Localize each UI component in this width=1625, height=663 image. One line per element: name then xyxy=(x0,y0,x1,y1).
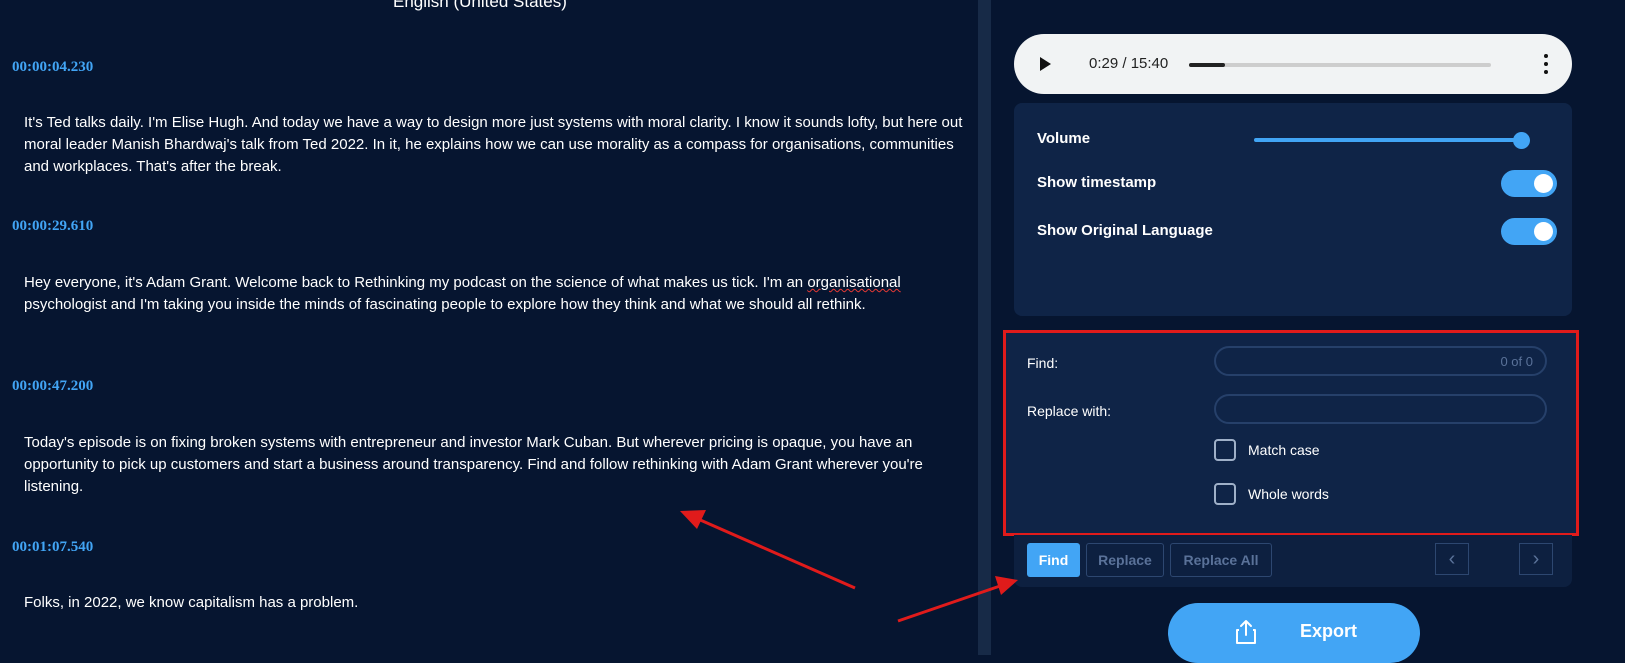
find-input[interactable]: 0 of 0 xyxy=(1214,346,1547,376)
settings-card: Volume Show timestamp Show Original Lang… xyxy=(1014,103,1572,316)
scrollbar[interactable] xyxy=(1617,0,1625,655)
spellcheck-flagged-word[interactable]: organisational xyxy=(807,274,900,291)
chevron-left-icon: ‹ xyxy=(1448,547,1456,570)
export-label: Export xyxy=(1300,621,1358,641)
progress-fill xyxy=(1189,63,1226,67)
segment-timestamp[interactable]: 00:00:04.230 xyxy=(12,59,93,76)
find-replace-panel: Find: 0 of 0 Replace with: Match case Wh… xyxy=(1003,330,1579,536)
next-match-button[interactable]: › xyxy=(1519,543,1553,575)
show-timestamp-toggle[interactable] xyxy=(1501,170,1557,197)
segment-text-part: Hey everyone, it's Adam Grant. Welcome b… xyxy=(24,274,808,291)
replace-all-button[interactable]: Replace All xyxy=(1170,543,1272,577)
segment-text[interactable]: Today's episode is on fixing broken syst… xyxy=(24,432,964,498)
match-count: 0 of 0 xyxy=(1500,354,1533,369)
more-vert-icon[interactable] xyxy=(1544,54,1548,74)
previous-match-button[interactable]: ‹ xyxy=(1435,543,1469,575)
language-label: English (United States) xyxy=(393,0,567,11)
volume-label: Volume xyxy=(1037,130,1091,147)
replace-button[interactable]: Replace xyxy=(1086,543,1164,577)
segment-text[interactable]: Hey everyone, it's Adam Grant. Welcome b… xyxy=(24,272,964,316)
segment-timestamp[interactable]: 00:00:29.610 xyxy=(12,218,93,235)
segment-text[interactable]: It's Ted talks daily. I'm Elise Hugh. An… xyxy=(24,112,964,178)
volume-slider[interactable] xyxy=(1254,138,1529,142)
replace-label: Replace with: xyxy=(1027,403,1112,419)
segment-text[interactable]: Folks, in 2022, we know capitalism has a… xyxy=(24,592,964,614)
progress-bar[interactable] xyxy=(1189,63,1491,67)
play-icon[interactable] xyxy=(1040,57,1051,71)
whole-words-label[interactable]: Whole words xyxy=(1248,486,1329,502)
match-case-label[interactable]: Match case xyxy=(1248,442,1320,458)
whole-words-checkbox[interactable] xyxy=(1214,483,1236,505)
find-label: Find: xyxy=(1027,355,1059,371)
show-timestamp-label: Show timestamp xyxy=(1037,174,1157,191)
transcript-panel: English (United States) 00:00:04.230 It'… xyxy=(0,0,978,655)
control-panel: 0:29 / 15:40 Volume Show timestamp Show … xyxy=(991,0,1625,663)
time-display: 0:29 / 15:40 xyxy=(1089,55,1169,72)
share-icon xyxy=(1236,620,1256,644)
segment-timestamp[interactable]: 00:00:47.200 xyxy=(12,378,93,395)
find-button[interactable]: Find xyxy=(1027,543,1080,577)
audio-player: 0:29 / 15:40 xyxy=(1014,34,1572,94)
replace-input[interactable] xyxy=(1214,394,1547,424)
find-replace-toolbar: Find Replace Replace All ‹ › xyxy=(1014,535,1572,587)
volume-slider-thumb[interactable] xyxy=(1512,132,1530,149)
chevron-right-icon: › xyxy=(1532,547,1540,570)
segment-timestamp[interactable]: 00:01:07.540 xyxy=(12,539,93,556)
show-original-language-label: Show Original Language xyxy=(1037,222,1213,239)
match-case-checkbox[interactable] xyxy=(1214,439,1236,461)
panel-splitter[interactable] xyxy=(978,0,991,655)
export-button[interactable]: Export xyxy=(1168,603,1420,663)
segment-text-part: psychologist and I'm taking you inside t… xyxy=(24,296,866,313)
show-original-language-toggle[interactable] xyxy=(1501,218,1557,245)
